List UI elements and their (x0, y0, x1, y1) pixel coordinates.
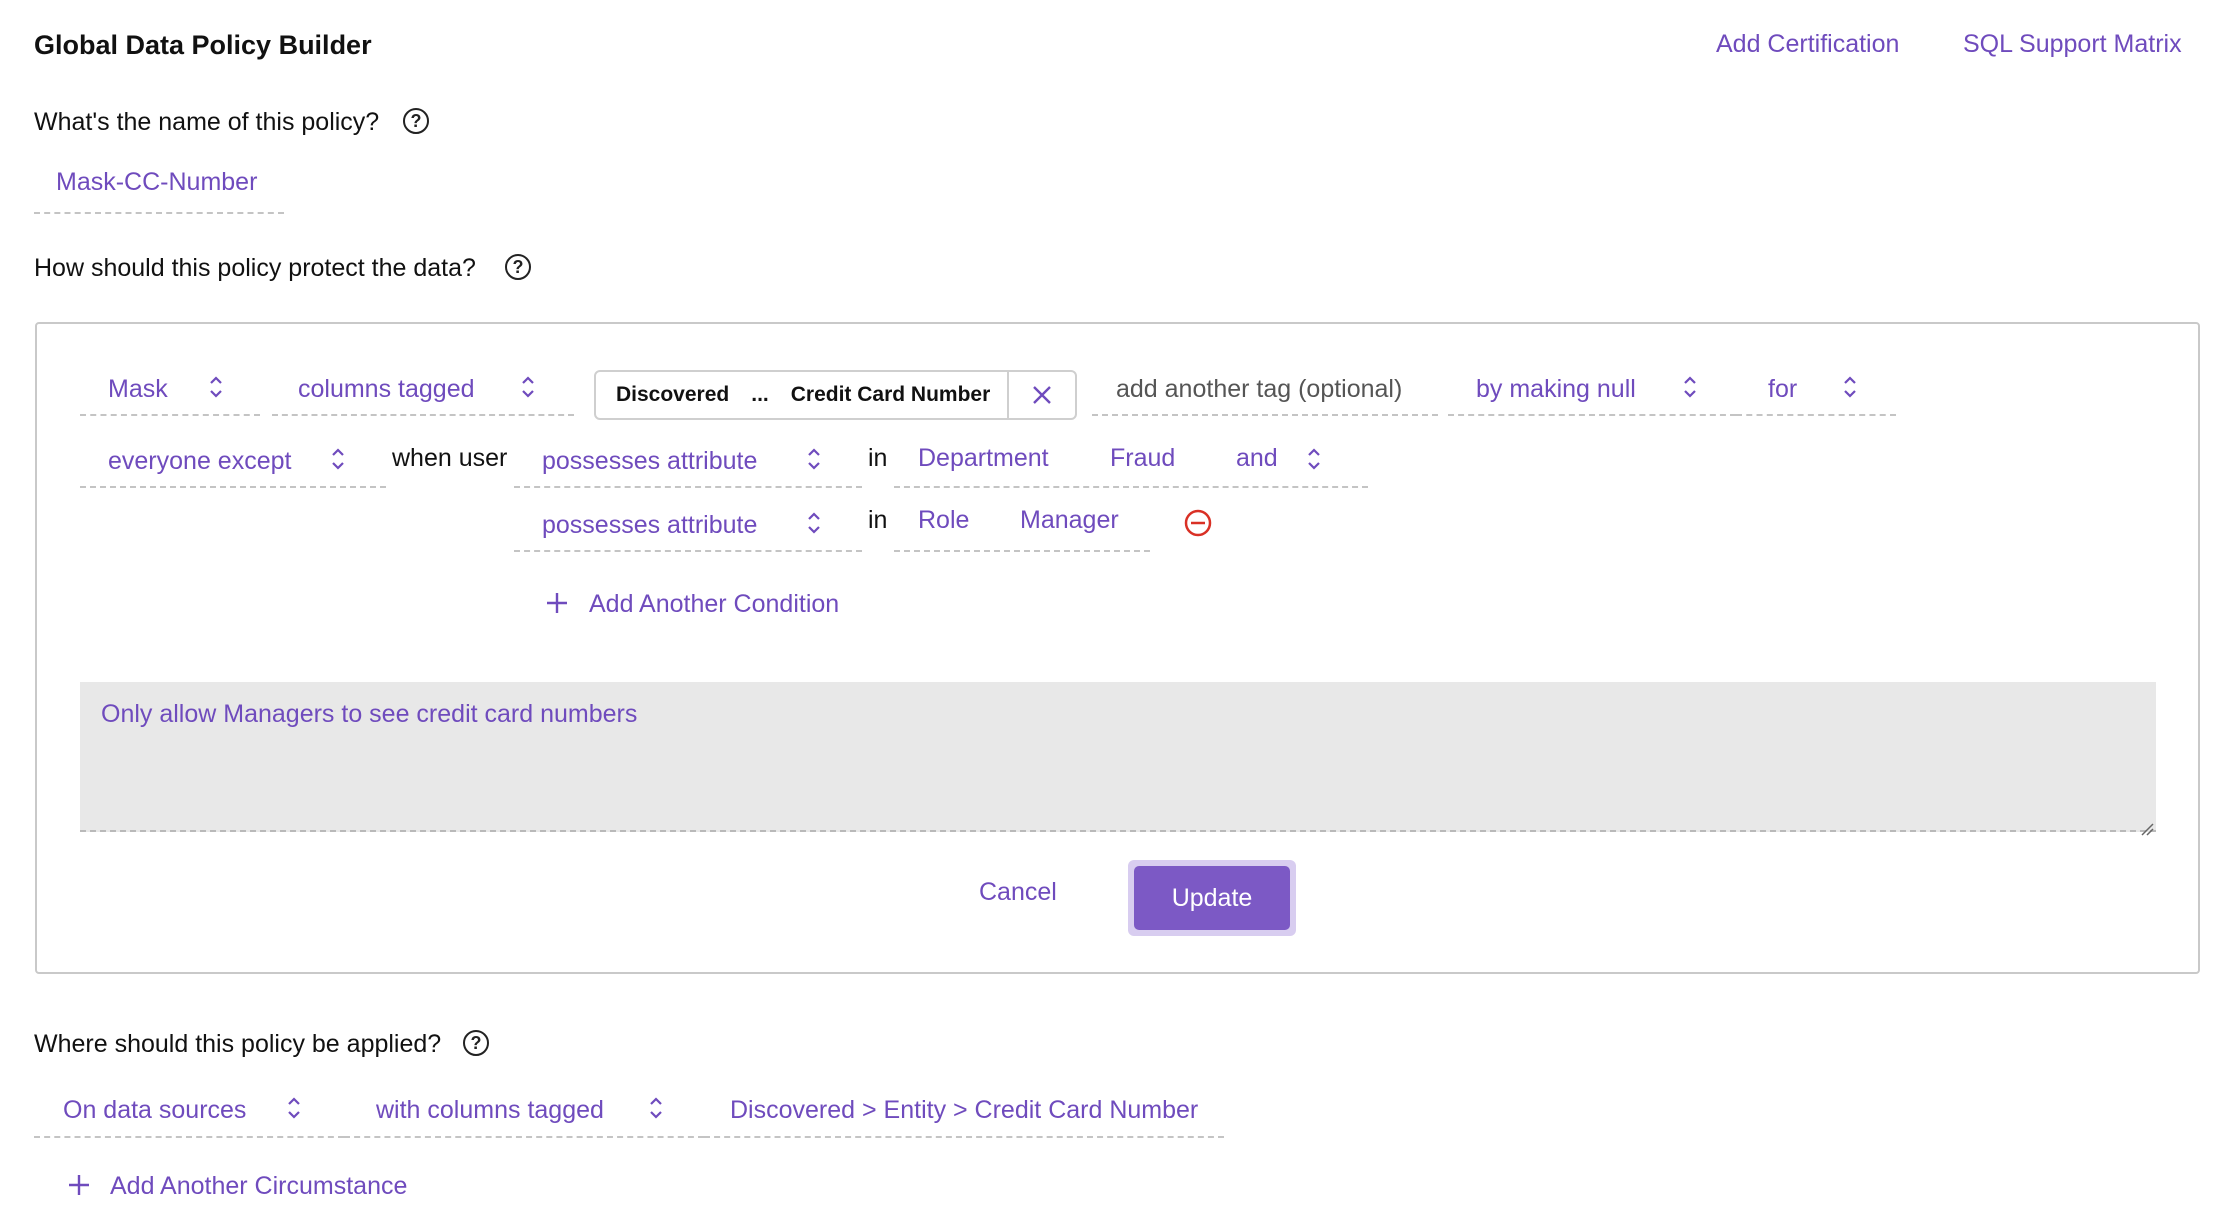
audience-select-label: everyone except (108, 446, 292, 475)
in-label: in (868, 506, 888, 534)
tag-chip-prefix: Discovered (616, 383, 730, 406)
help-icon[interactable]: ? (403, 108, 429, 134)
when-user-label: when user (392, 444, 508, 472)
rationale-textarea[interactable]: Only allow Managers to see credit card n… (80, 682, 2156, 836)
plus-icon[interactable] (546, 592, 568, 614)
sql-support-matrix-link[interactable]: SQL Support Matrix (1963, 30, 2182, 59)
condition-attribute-field[interactable]: Department Fraud and (894, 436, 1368, 488)
in-label: in (868, 444, 888, 472)
add-condition-button[interactable]: Add Another Condition (589, 590, 839, 619)
method-select[interactable]: by making null (1448, 364, 1736, 416)
for-select[interactable]: for (1736, 364, 1896, 416)
action-select-label: Mask (108, 374, 168, 403)
policy-name-input[interactable]: Mask-CC-Number (34, 162, 284, 214)
target-select[interactable]: columns tagged (272, 364, 574, 416)
chevron-updown-icon (1308, 446, 1320, 472)
chevron-updown-icon (808, 446, 820, 472)
rationale-text: Only allow Managers to see credit card n… (101, 700, 638, 728)
chevron-updown-icon (1844, 374, 1856, 400)
condition-type-label: possesses attribute (542, 446, 758, 475)
chevron-updown-icon (522, 374, 534, 400)
condition-join: and (1236, 444, 1278, 472)
close-icon[interactable] (1007, 372, 1075, 418)
filter-select[interactable]: with columns tagged (344, 1084, 704, 1138)
add-tag-placeholder: add another tag (optional) (1116, 374, 1403, 403)
resize-handle-icon[interactable] (2140, 814, 2154, 836)
policy-rule-panel (35, 322, 2200, 974)
condition-attribute: Role (918, 506, 970, 534)
filter-select-label: with columns tagged (376, 1095, 604, 1124)
apply-question: Where should this policy be applied? (34, 1030, 442, 1058)
tag-chip-ellipsis: ... (751, 383, 769, 406)
scope-select-label: On data sources (63, 1095, 247, 1124)
tag-path-label: Discovered > Entity > Credit Card Number (730, 1095, 1199, 1124)
chevron-updown-icon (808, 510, 820, 536)
condition-value: Manager (1020, 506, 1119, 534)
condition-attribute-field[interactable]: Role Manager (894, 500, 1150, 552)
help-icon[interactable]: ? (505, 254, 531, 280)
condition-type-select[interactable]: possesses attribute (514, 500, 862, 552)
plus-icon[interactable] (68, 1174, 90, 1196)
audience-select[interactable]: everyone except (80, 436, 386, 488)
scope-select[interactable]: On data sources (34, 1084, 344, 1138)
policy-name-value: Mask-CC-Number (56, 168, 258, 196)
add-certification-link[interactable]: Add Certification (1716, 30, 1899, 59)
chevron-updown-icon (1684, 374, 1696, 400)
add-tag-input[interactable]: add another tag (optional) (1092, 364, 1438, 416)
update-button-focus-ring: Update (1128, 860, 1296, 936)
target-select-label: columns tagged (298, 374, 475, 403)
tag-chip-name: Credit Card Number (790, 383, 991, 406)
protect-question: How should this policy protect the data? (34, 254, 476, 282)
add-circumstance-button[interactable]: Add Another Circumstance (110, 1172, 407, 1201)
policy-name-question: What's the name of this policy? (34, 108, 380, 136)
method-select-label: by making null (1476, 374, 1636, 403)
remove-condition-icon[interactable] (1183, 508, 1213, 538)
action-select[interactable]: Mask (80, 364, 260, 416)
condition-type-label: possesses attribute (542, 510, 758, 539)
tag-chip[interactable]: Discovered ... Credit Card Number (594, 370, 1077, 420)
for-select-label: for (1768, 374, 1798, 403)
tag-path-field[interactable]: Discovered > Entity > Credit Card Number (704, 1084, 1224, 1138)
page-title: Global Data Policy Builder (34, 30, 372, 60)
condition-value: Fraud (1110, 444, 1176, 472)
cancel-button[interactable]: Cancel (979, 878, 1057, 907)
chevron-updown-icon (332, 446, 344, 472)
condition-type-select[interactable]: possesses attribute (514, 436, 862, 488)
update-button[interactable]: Update (1134, 866, 1290, 930)
chevron-updown-icon (210, 374, 222, 400)
condition-attribute: Department (918, 444, 1049, 472)
chevron-updown-icon (650, 1095, 662, 1121)
chevron-updown-icon (288, 1095, 300, 1121)
help-icon[interactable]: ? (463, 1030, 489, 1056)
